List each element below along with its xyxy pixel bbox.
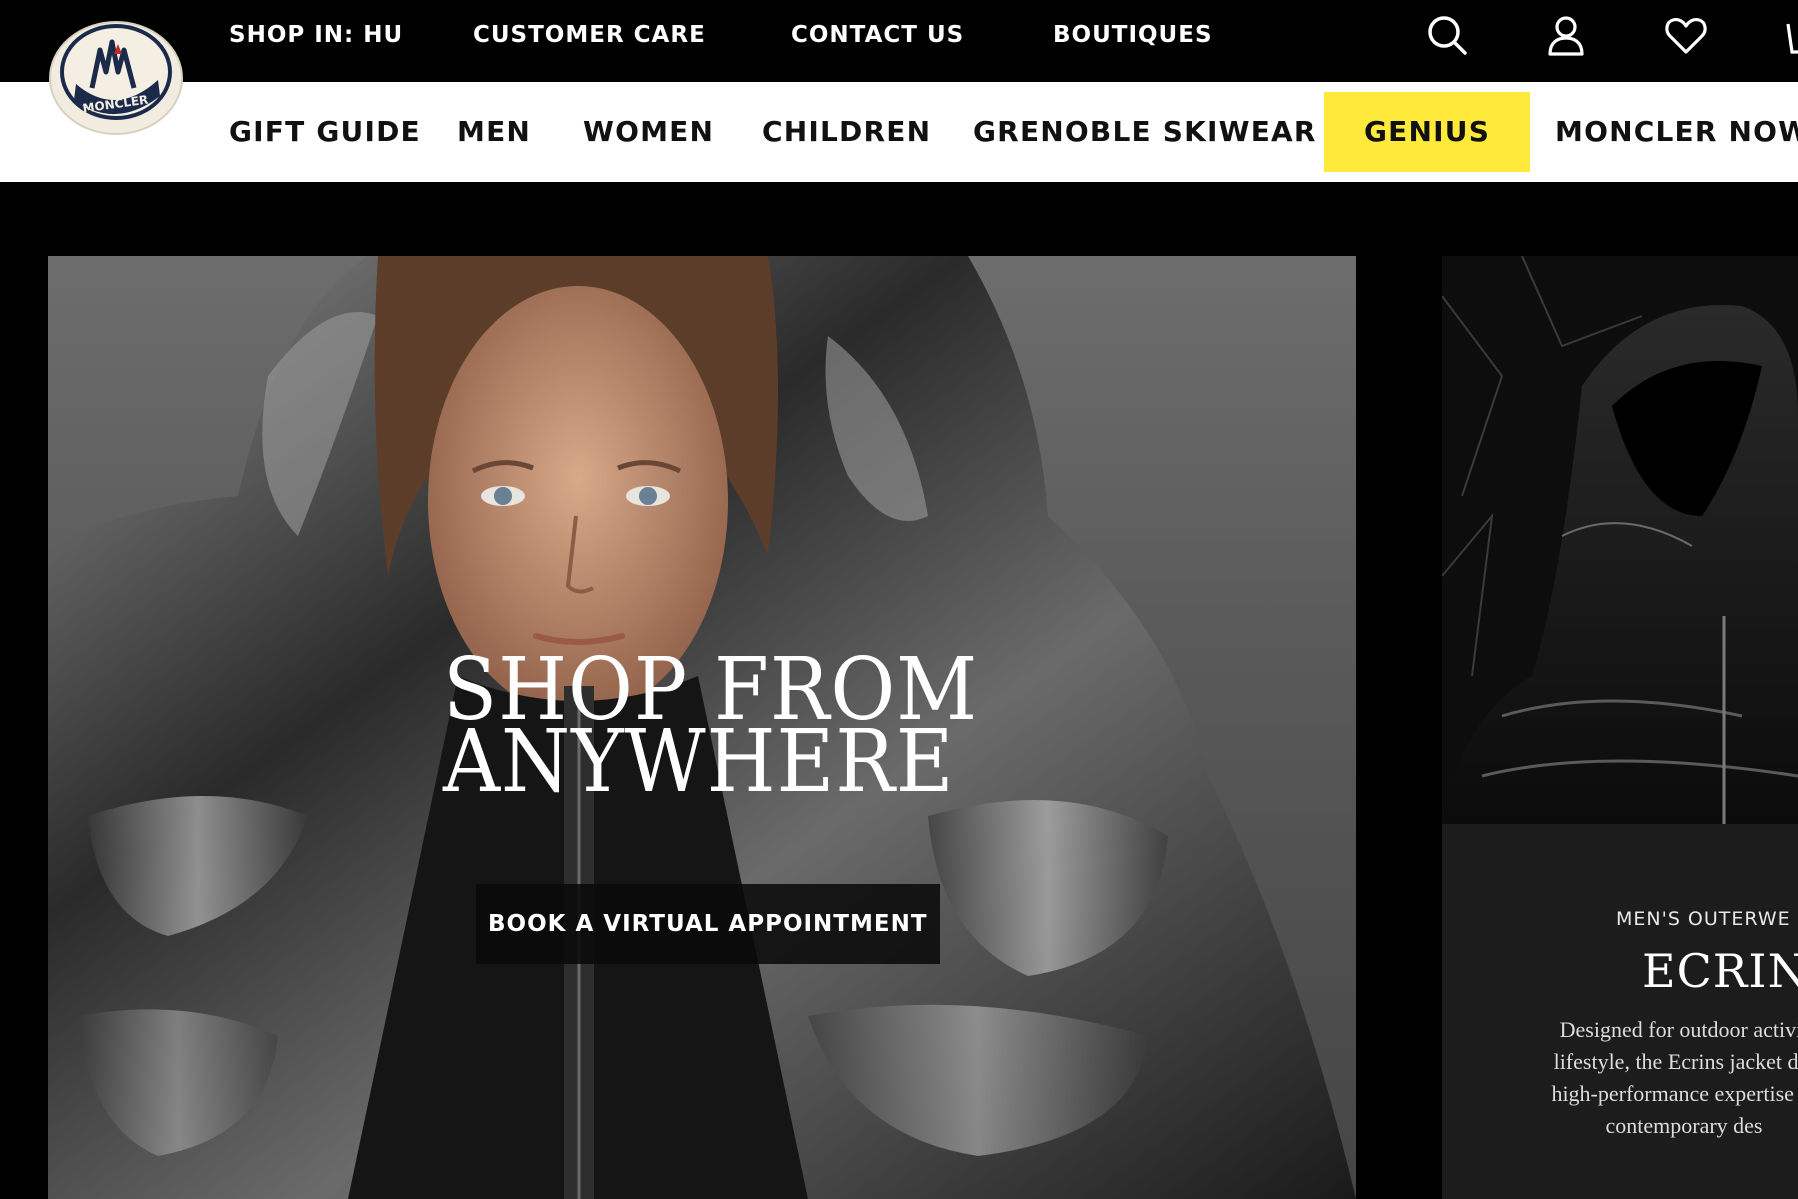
product-description-line: contemporary des	[1605, 1113, 1763, 1138]
shop-in-country-link[interactable]: SHOP IN: HU	[229, 22, 403, 48]
boutiques-link[interactable]: BOUTIQUES	[1053, 22, 1213, 48]
product-description-line: high-performance expertise in	[1551, 1081, 1798, 1106]
nav-children[interactable]: CHILDREN	[762, 82, 931, 182]
nav-grenoble-skiwear[interactable]: GRENOBLE SKIWEAR	[973, 82, 1317, 182]
product-photo	[1442, 256, 1798, 824]
moncler-logo[interactable]: MONCLER	[48, 14, 184, 136]
hero-title-line-2: ANYWHERE	[443, 712, 955, 813]
nav-women[interactable]: WOMEN	[583, 82, 714, 182]
product-description-line: Designed for outdoor activit	[1559, 1017, 1798, 1042]
product-title[interactable]: ECRINS	[1642, 944, 1798, 998]
main-nav: GIFT GUIDE MEN WOMEN CHILDREN GRENOBLE S…	[0, 82, 1798, 182]
nav-moncler-now[interactable]: MONCLER NOW	[1555, 82, 1798, 182]
nav-genius[interactable]: GENIUS	[1324, 92, 1531, 172]
account-icon[interactable]	[1543, 12, 1589, 58]
product-category: MEN'S OUTERWE	[1616, 908, 1791, 930]
search-icon[interactable]	[1424, 12, 1470, 58]
product-card-ecrins[interactable]: MEN'S OUTERWE ECRINS Designed for outdoo…	[1442, 256, 1798, 1199]
cart-icon[interactable]	[1782, 12, 1798, 58]
product-description: Designed for outdoor activit lifestyle, …	[1494, 1014, 1798, 1142]
contact-us-link[interactable]: CONTACT US	[791, 22, 964, 48]
product-description-line: lifestyle, the Ecrins jacket del	[1553, 1049, 1798, 1074]
hero-banner[interactable]: SHOP FROM ANYWHERE BOOK A VIRTUAL APPOIN…	[48, 256, 1356, 1199]
hero-title: SHOP FROM ANYWHERE	[443, 647, 995, 813]
utility-bar: SHOP IN: HU CUSTOMER CARE CONTACT US BOU…	[0, 0, 1798, 82]
nav-men[interactable]: MEN	[457, 82, 531, 182]
customer-care-link[interactable]: CUSTOMER CARE	[473, 22, 706, 48]
book-virtual-appointment-button[interactable]: BOOK A VIRTUAL APPOINTMENT	[476, 884, 940, 964]
product-info: MEN'S OUTERWE ECRINS Designed for outdoo…	[1442, 824, 1798, 1199]
nav-gift-guide[interactable]: GIFT GUIDE	[229, 82, 421, 182]
wishlist-heart-icon[interactable]	[1663, 12, 1709, 58]
